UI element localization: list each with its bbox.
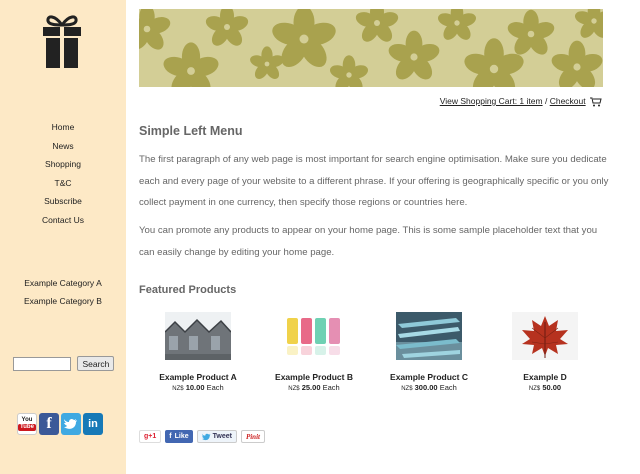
- facebook-icon[interactable]: f: [39, 413, 59, 435]
- search-input[interactable]: [13, 356, 71, 371]
- featured-products-heading: Featured Products: [139, 284, 237, 296]
- promo-paragraph: You can promote any products to appear o…: [139, 225, 598, 258]
- linkedin-icon[interactable]: in: [83, 413, 103, 435]
- hibiscus-pattern-icon: [139, 9, 603, 87]
- category-b-link[interactable]: Example Category B: [0, 294, 126, 312]
- nav-subscribe[interactable]: Subscribe: [0, 194, 126, 213]
- intro-paragraph: The first paragraph of any web page is m…: [139, 154, 609, 208]
- product-name[interactable]: Example D: [490, 372, 600, 382]
- facebook-icon: f: [169, 433, 172, 440]
- youtube-tube-text: Tube: [18, 424, 36, 431]
- search-form: Search: [13, 355, 115, 373]
- category-nav: Example Category A Example Category B: [0, 276, 126, 312]
- gift-logo-icon[interactable]: [41, 13, 83, 69]
- product-name[interactable]: Example Product C: [374, 372, 484, 382]
- checkout-link[interactable]: Checkout: [550, 96, 586, 106]
- product-image-a[interactable]: [165, 312, 231, 360]
- left-sidebar: Home News Shopping T&C Subscribe Contact…: [0, 0, 126, 474]
- product-image-c[interactable]: [396, 312, 462, 360]
- youtube-icon[interactable]: You Tube: [17, 413, 37, 435]
- share-bar: g+1 f Like Tweet Pinit: [139, 430, 265, 443]
- product-price: NZ$ 50.00: [528, 383, 562, 392]
- product-card[interactable]: Example Product B NZ$ 25.00 Each: [259, 312, 369, 395]
- facebook-like-label: Like: [174, 433, 189, 440]
- product-name[interactable]: Example Product B: [259, 372, 369, 382]
- social-links: You Tube f in: [17, 413, 103, 435]
- main-nav: Home News Shopping T&C Subscribe Contact…: [0, 120, 126, 232]
- category-a-link[interactable]: Example Category A: [0, 276, 126, 294]
- tweet-button[interactable]: Tweet: [196, 430, 237, 443]
- product-card[interactable]: Example Product A NZ$ 10.00 Each: [143, 312, 253, 395]
- product-price: NZ$ 25.00 Each: [288, 383, 340, 392]
- product-price: NZ$ 10.00 Each: [172, 383, 224, 392]
- product-image-b[interactable]: [281, 312, 347, 360]
- product-image-d[interactable]: [512, 312, 578, 360]
- shopping-cart-icon[interactable]: [590, 97, 602, 107]
- product-card[interactable]: Example Product C NZ$ 300.00 Each: [374, 312, 484, 395]
- product-price: NZ$ 300.00 Each: [401, 383, 457, 392]
- page-title: Simple Left Menu: [139, 124, 243, 138]
- product-name[interactable]: Example Product A: [143, 372, 253, 382]
- youtube-you-text: You: [21, 417, 33, 423]
- nav-contact-us[interactable]: Contact Us: [0, 213, 126, 232]
- cart-line: View Shopping Cart: 1 item / Checkout: [440, 96, 602, 107]
- tweet-label: Tweet: [212, 433, 232, 440]
- nav-shopping[interactable]: Shopping: [0, 157, 126, 176]
- nav-home[interactable]: Home: [0, 120, 126, 139]
- pinterest-button[interactable]: Pinit: [240, 430, 265, 443]
- floral-banner: [139, 9, 603, 87]
- twitter-icon[interactable]: [61, 413, 81, 435]
- nav-terms[interactable]: T&C: [0, 176, 126, 195]
- google-plus-button[interactable]: g+1: [139, 430, 162, 443]
- product-card[interactable]: Example D NZ$ 50.00: [490, 312, 600, 395]
- twitter-bird-icon: [201, 433, 210, 440]
- view-cart-link[interactable]: View Shopping Cart: 1 item: [440, 96, 543, 106]
- nav-news[interactable]: News: [0, 139, 126, 158]
- search-button[interactable]: Search: [77, 356, 115, 372]
- facebook-like-button[interactable]: f Like: [165, 430, 193, 443]
- cart-separator: /: [544, 96, 548, 106]
